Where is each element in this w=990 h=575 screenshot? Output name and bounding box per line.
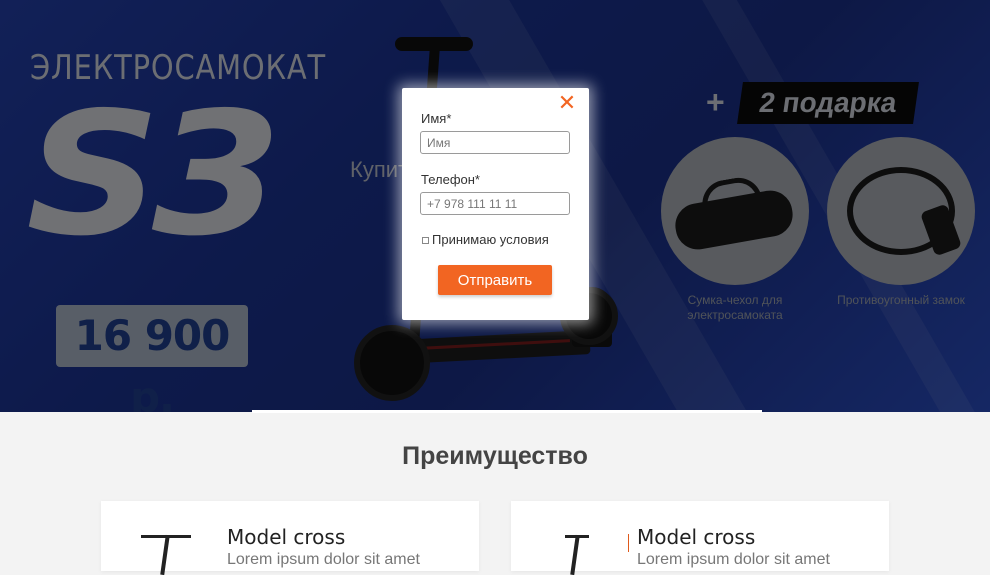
scooter-thumbnail: [141, 529, 201, 575]
card-accent: [628, 534, 629, 552]
phone-label: Телефон*: [421, 172, 480, 187]
scooter-thumbnail: [551, 529, 611, 575]
name-input[interactable]: [420, 131, 570, 154]
card-title: Model cross: [227, 525, 346, 549]
name-label: Имя*: [421, 111, 452, 126]
phone-input[interactable]: [420, 192, 570, 215]
submit-button[interactable]: Отправить: [438, 265, 552, 295]
card-text: Lorem ipsum dolor sit amet: [637, 551, 830, 568]
card-title: Model cross: [637, 525, 756, 549]
terms-checkbox[interactable]: [422, 237, 429, 244]
thumb-stem: [570, 534, 580, 575]
hero-divider: [252, 410, 762, 413]
card-text: Lorem ipsum dolor sit amet: [227, 551, 420, 568]
close-icon[interactable]: ✕: [557, 92, 577, 114]
feature-card: Model cross Lorem ipsum dolor sit amet: [511, 501, 889, 575]
terms-label[interactable]: Принимаю условия: [432, 232, 549, 247]
order-modal: ✕ Имя* Телефон* Принимаю условия Отправи…: [402, 88, 589, 320]
section-title: Преимущество: [402, 442, 588, 470]
feature-card: Model cross Lorem ipsum dolor sit amet: [101, 501, 479, 575]
thumb-stem: [160, 534, 170, 575]
